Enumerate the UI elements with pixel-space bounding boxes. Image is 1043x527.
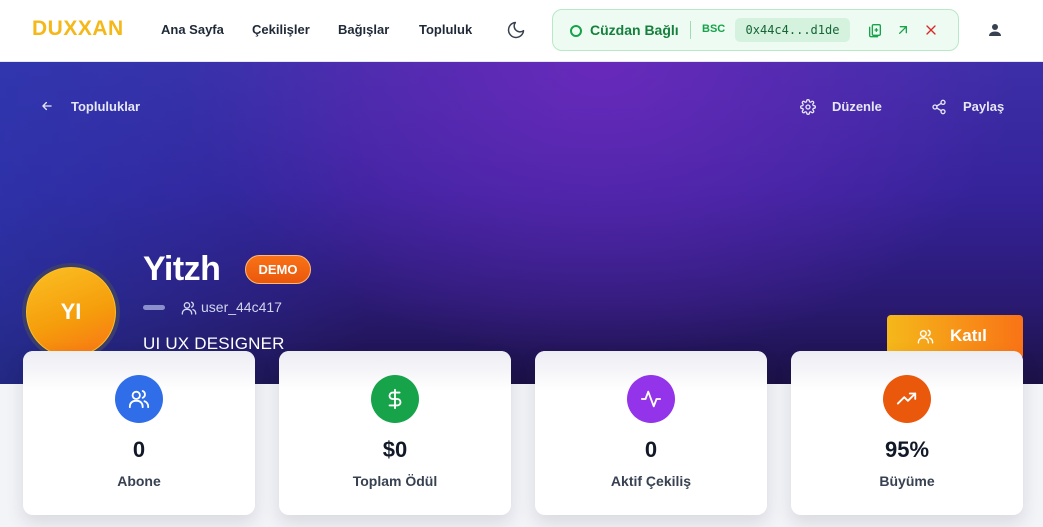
wallet-status-text: Cüzdan Bağlı bbox=[590, 22, 679, 38]
wallet-divider bbox=[690, 21, 691, 39]
join-button-label: Katıl bbox=[950, 326, 987, 345]
demo-badge: DEMO bbox=[245, 255, 311, 284]
wallet-connection-panel: Cüzdan Bağlı BSC 0x44c4...d1de bbox=[552, 9, 959, 51]
trending-up-icon bbox=[896, 392, 917, 405]
moon-icon bbox=[507, 21, 525, 39]
disconnect-wallet-button[interactable] bbox=[923, 22, 939, 38]
arrow-left-icon bbox=[42, 101, 52, 111]
stat-value: 0 bbox=[132, 437, 146, 462]
community-name: Yitzh bbox=[143, 250, 221, 288]
activity-icon bbox=[640, 390, 662, 408]
user-icon bbox=[989, 24, 1001, 36]
gear-icon bbox=[800, 99, 816, 115]
theme-toggle-button[interactable] bbox=[506, 20, 526, 40]
loading-placeholder bbox=[143, 305, 165, 310]
stat-card-total-reward: $0 Toplam Ödül bbox=[279, 351, 511, 515]
wallet-address: 0x44c4...d1de bbox=[735, 18, 850, 42]
stat-card-growth: 95% Büyüme bbox=[791, 351, 1023, 515]
stat-value: 0 bbox=[644, 437, 658, 462]
stat-label: Aktif Çekiliş bbox=[610, 473, 692, 489]
dollar-icon bbox=[388, 388, 402, 410]
owner-handle-text: user_44c417 bbox=[201, 299, 282, 315]
stat-label: Abone bbox=[117, 473, 161, 489]
users-icon bbox=[917, 329, 934, 344]
nav-link-donations[interactable]: Bağışlar bbox=[338, 22, 389, 37]
nav-link-raffles[interactable]: Çekilişler bbox=[252, 22, 310, 37]
share-button-label: Paylaş bbox=[963, 99, 1005, 114]
stat-icon-badge bbox=[627, 375, 675, 423]
stat-card-subscribers: 0 Abone bbox=[23, 351, 255, 515]
users-icon bbox=[128, 390, 150, 409]
avatar-initials: YI bbox=[27, 268, 115, 356]
stat-label: Toplam Ödül bbox=[352, 473, 438, 489]
wallet-network-label: BSC bbox=[702, 23, 726, 35]
user-menu-button[interactable] bbox=[986, 21, 1004, 39]
stat-icon-badge bbox=[115, 375, 163, 423]
view-explorer-button[interactable] bbox=[895, 22, 911, 38]
nav-link-home[interactable]: Ana Sayfa bbox=[161, 22, 224, 37]
stat-icon-badge bbox=[883, 375, 931, 423]
brand-logo[interactable]: DUXXAN bbox=[32, 17, 124, 41]
back-link-label: Topluluklar bbox=[71, 99, 141, 114]
stat-value: $0 bbox=[382, 437, 408, 462]
connected-status-dot bbox=[570, 25, 582, 37]
users-icon bbox=[181, 301, 197, 315]
stat-value: 95% bbox=[884, 437, 930, 462]
stat-label: Büyüme bbox=[879, 473, 935, 489]
nav-link-community[interactable]: Topluluk bbox=[419, 22, 472, 37]
close-icon bbox=[926, 25, 936, 35]
copy-icon bbox=[869, 24, 881, 38]
top-navbar: DUXXAN Ana Sayfa Çekilişler Bağışlar Top… bbox=[0, 0, 1043, 62]
external-link-icon bbox=[899, 25, 907, 34]
stat-card-active-raffles: 0 Aktif Çekiliş bbox=[535, 351, 767, 515]
copy-address-button[interactable] bbox=[867, 22, 883, 38]
community-avatar: YI bbox=[22, 263, 120, 361]
share-icon bbox=[932, 99, 946, 115]
stat-icon-badge bbox=[371, 375, 419, 423]
edit-button-label: Düzenle bbox=[832, 99, 882, 114]
